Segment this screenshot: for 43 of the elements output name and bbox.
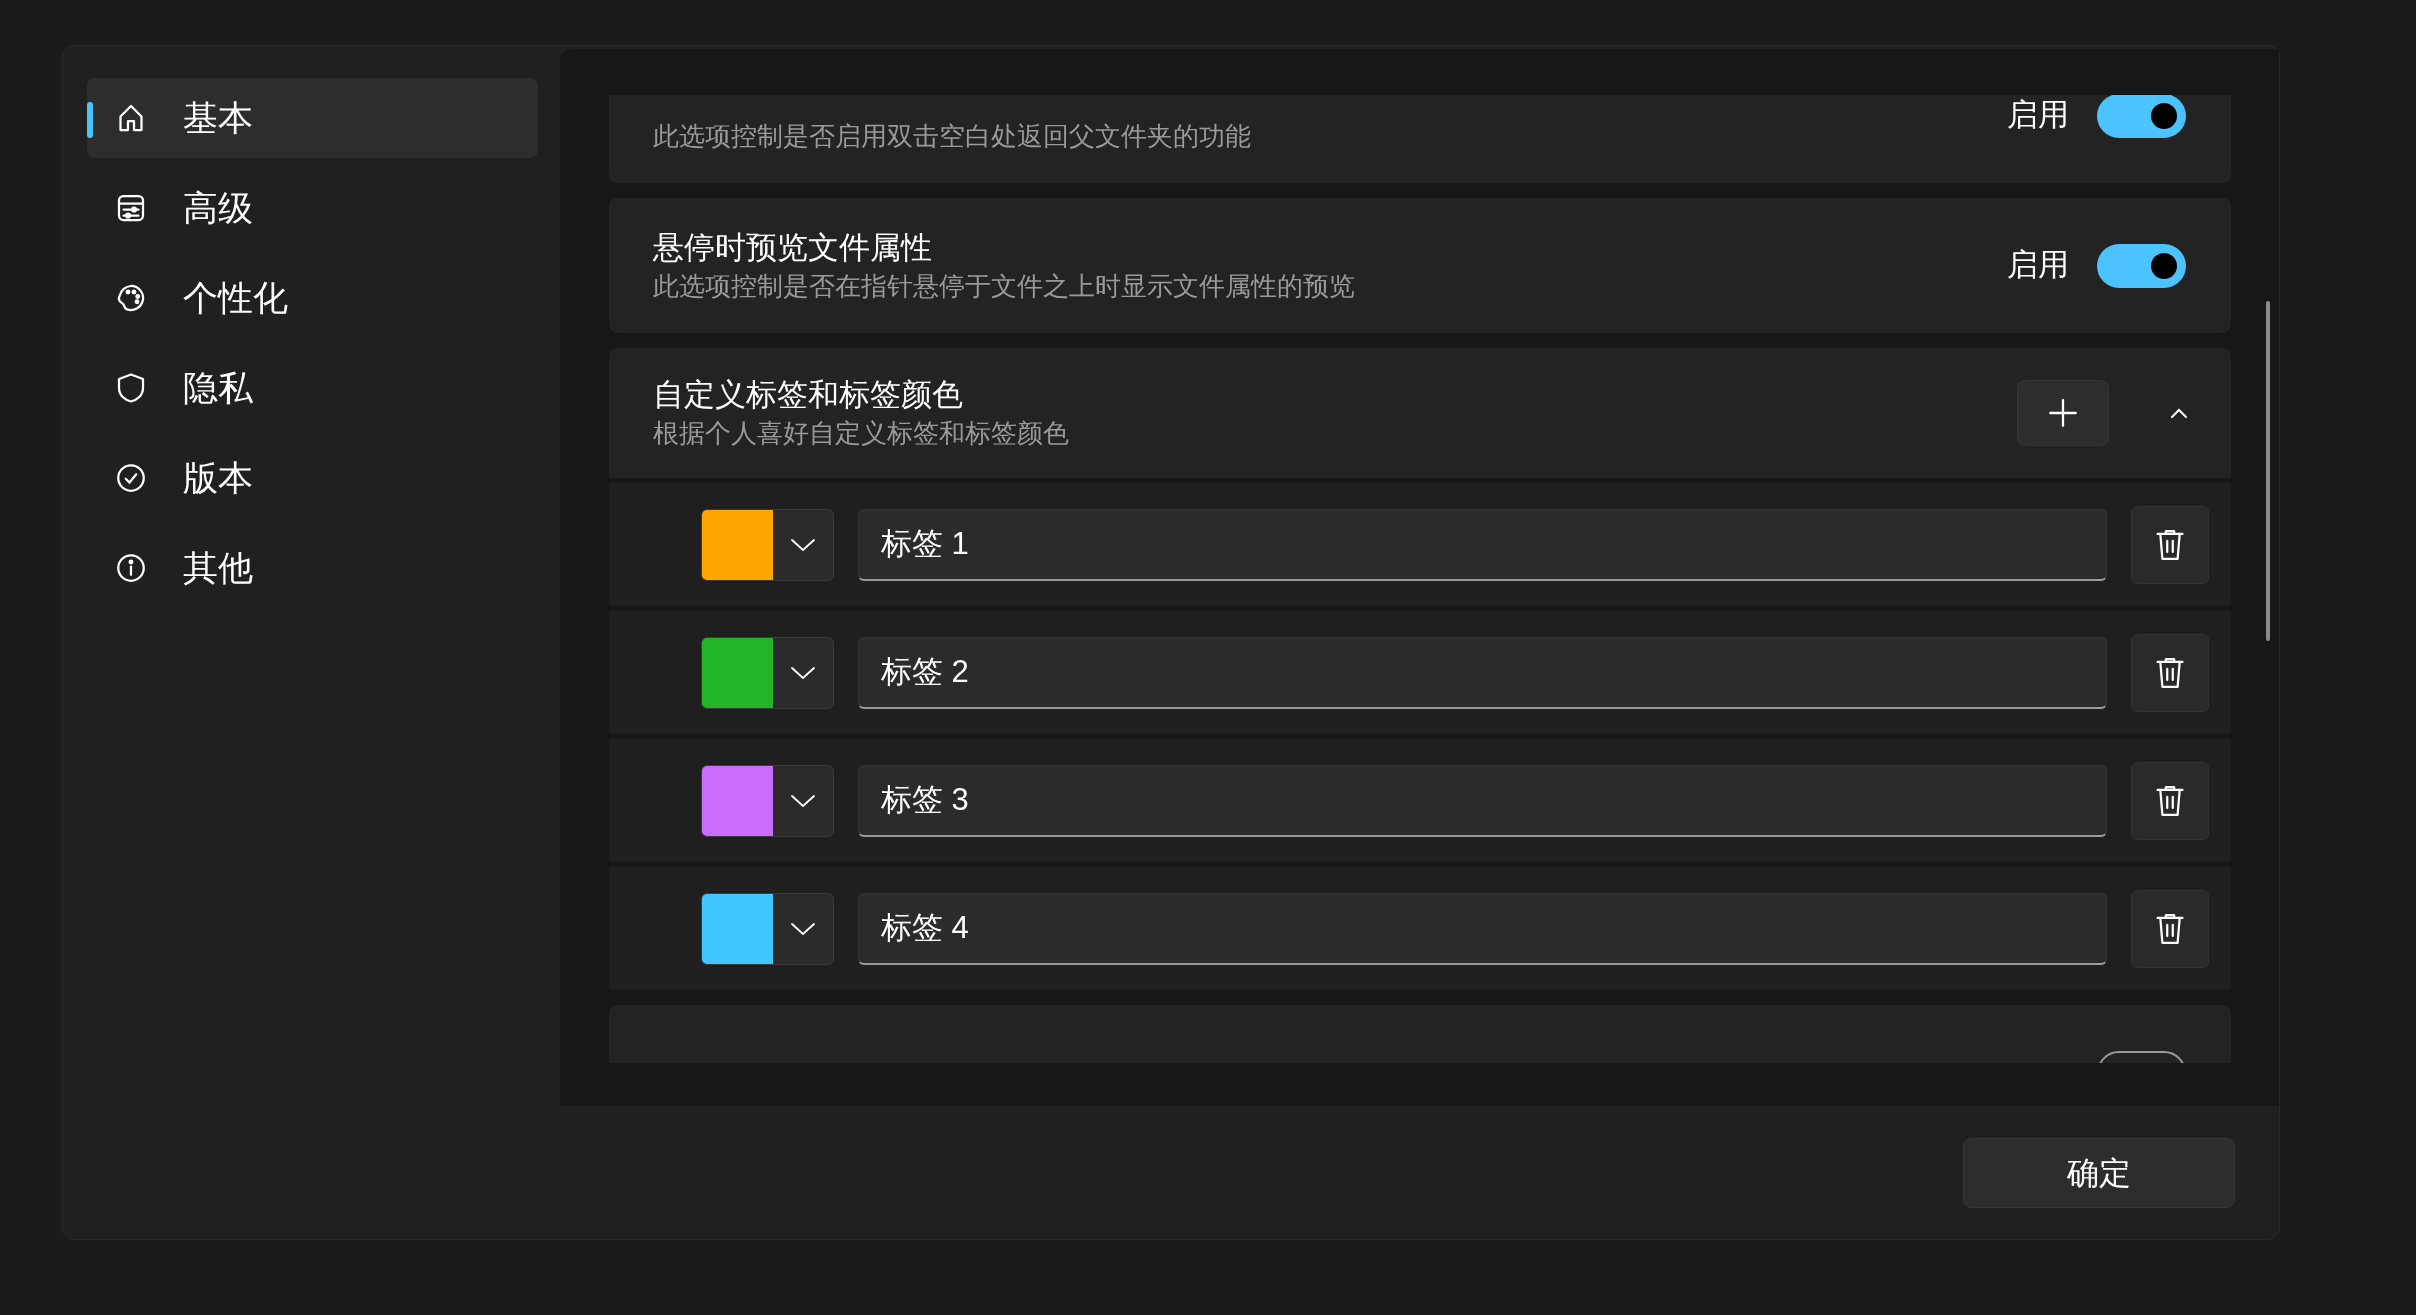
nav-label: 隐私 (183, 366, 253, 409)
tag-name-field[interactable]: 标签 1 (858, 508, 2107, 581)
nav-item[interactable]: 高级 (87, 168, 538, 248)
toggle-state-label: 启用 (2007, 96, 2069, 135)
toggle-switch[interactable] (2097, 243, 2186, 288)
setting-title: 悬停时预览文件属性 (653, 228, 933, 267)
nav-item[interactable]: 基本 (87, 78, 538, 158)
toggle-state-label: 启用 (2007, 246, 2069, 285)
ok-button[interactable]: 确定 (1963, 1138, 2235, 1208)
chevron-down-icon (790, 793, 816, 808)
delete-tag-button[interactable] (2131, 761, 2209, 840)
delete-tag-button[interactable] (2131, 505, 2209, 584)
toggle-switch[interactable] (2097, 95, 2186, 138)
tag-name-field[interactable]: 标签 4 (858, 892, 2107, 965)
scrollbar-thumb[interactable] (2266, 301, 2270, 641)
chevron-down-icon (790, 537, 816, 552)
plus-icon (2046, 396, 2080, 430)
nav-item[interactable]: 版本 (87, 438, 538, 518)
nav-label: 高级 (183, 186, 253, 229)
chevron-down-icon (790, 921, 816, 936)
setting-description: 此选项控制是否在指针悬停于文件之上时显示文件属性的预览 (653, 269, 1356, 303)
nav-item[interactable]: 其他 (87, 528, 538, 608)
nav-label: 版本 (183, 456, 253, 499)
color-picker[interactable] (701, 892, 834, 965)
nav-item[interactable]: 个性化 (87, 258, 538, 338)
nav-item[interactable]: 隐私 (87, 348, 538, 428)
chevron-down-icon (790, 665, 816, 680)
chevron-up-icon[interactable] (2169, 407, 2189, 419)
tag-name-field[interactable]: 标签 3 (858, 764, 2107, 837)
color-picker[interactable] (701, 508, 834, 581)
setting-description: 此选项控制是否启用双击空白处返回父文件夹的功能 (653, 119, 1252, 153)
nav-label: 个性化 (183, 276, 288, 319)
delete-tag-button[interactable] (2131, 633, 2209, 712)
setting-description: 根据个人喜好自定义标签和标签颜色 (653, 417, 1070, 450)
color-picker[interactable] (701, 636, 834, 709)
delete-tag-button[interactable] (2131, 889, 2209, 968)
expander-header[interactable]: 自定义标签和标签颜色 根据个人喜好自定义标签和标签颜色 (609, 348, 2231, 478)
tag-name-field[interactable]: 标签 2 (858, 636, 2107, 709)
setting-title: 自定义标签和标签颜色 (653, 376, 964, 414)
nav-label: 其他 (183, 546, 253, 589)
color-picker[interactable] (701, 764, 834, 837)
nav-label: 基本 (183, 96, 253, 139)
selection-indicator (87, 102, 93, 138)
